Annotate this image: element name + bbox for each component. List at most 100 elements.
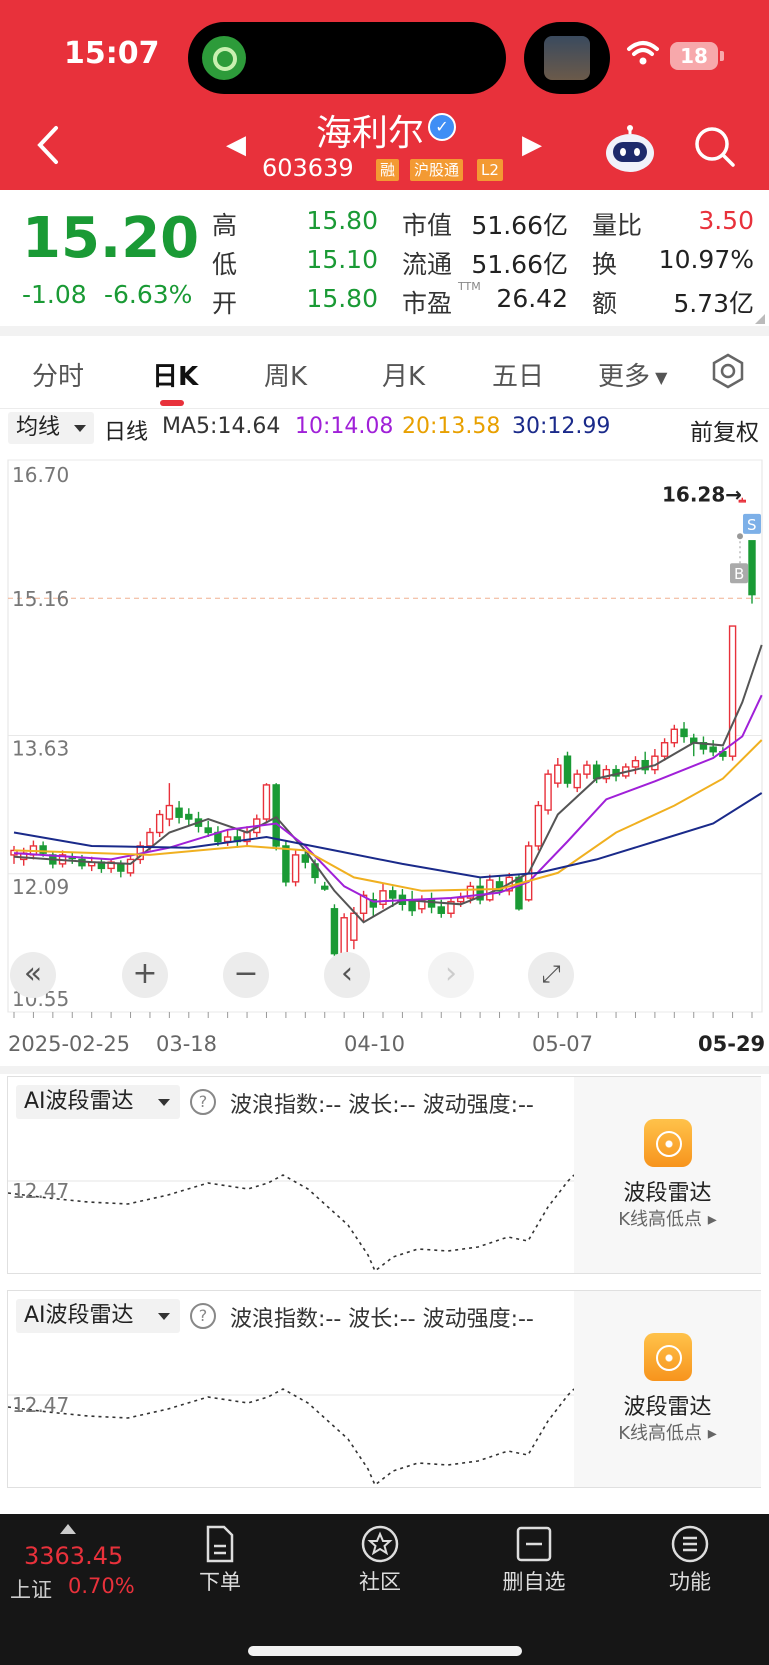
home-indicator[interactable] <box>248 1646 522 1656</box>
tag-connect: 沪股通 <box>410 159 464 181</box>
ma-lines <box>13 644 763 924</box>
wave-radar-promo[interactable]: 波段雷达 K线高低点 ▸ <box>574 1077 761 1273</box>
candle-body <box>175 807 183 818</box>
turnover-value: 10.97% <box>658 245 754 274</box>
date-label: 03-18 <box>156 1032 218 1056</box>
remove-icon <box>516 1526 552 1562</box>
menu-icon <box>671 1525 709 1563</box>
ai-assistant-icon[interactable] <box>604 124 656 174</box>
divider <box>0 408 769 409</box>
zoom-in-button[interactable]: + <box>122 952 168 998</box>
candle-body <box>660 742 669 757</box>
candle-body <box>437 906 445 914</box>
candle-body <box>291 854 300 883</box>
candle-body <box>728 625 737 757</box>
dynamic-island <box>188 22 506 94</box>
candle-body <box>554 764 562 784</box>
search-icon[interactable] <box>692 124 738 170</box>
y-axis-label: 16.70 <box>12 463 69 487</box>
buy-marker: B <box>734 565 744 583</box>
ai-wave-line <box>8 1388 574 1487</box>
pe-label: 市盈 <box>402 289 453 318</box>
y-axis-label: 13.63 <box>12 737 69 761</box>
tab-intraday[interactable]: 分时 <box>32 356 84 393</box>
ai-metrics: 波浪指数:-- 波长:-- 波动强度:-- <box>230 1307 534 1332</box>
max-price-marker: 16.28→ <box>662 483 742 507</box>
mcap-value: 51.66亿 <box>471 211 568 240</box>
fullscreen-button[interactable]: ⤢ <box>528 952 574 998</box>
ai-indicator-select[interactable]: AI波段雷达 <box>16 1085 180 1119</box>
chart-markers: 16.28→←10.97SB <box>662 483 761 584</box>
price-change: -1.08 <box>22 280 87 309</box>
tab-weekly-k[interactable]: 周K <box>264 356 307 393</box>
scroll-start-button[interactable]: « <box>10 952 56 998</box>
candle-body <box>155 813 164 834</box>
open-label: 开 <box>212 289 238 318</box>
wave-radar-promo[interactable]: 波段雷达 K线高低点 ▸ <box>574 1291 761 1487</box>
low-label: 低 <box>212 250 238 279</box>
tab-daily-k[interactable]: 日K <box>152 356 198 393</box>
date-label: 05-29 <box>698 1032 766 1056</box>
candle-body <box>223 836 232 843</box>
ma-line-30 <box>13 792 763 879</box>
nav-order[interactable]: 下单 <box>170 1524 270 1596</box>
next-stock-icon[interactable]: ▶ <box>522 130 542 160</box>
y-axis-label: 15.16 <box>12 587 69 611</box>
candlestick-chart[interactable]: 16.7015.1613.6312.0910.55 16.28→←10.97SB <box>0 440 769 1030</box>
nav-order-label: 下单 <box>199 1570 241 1594</box>
stock-detail-screen: { "status_bar": { "time": "15:07", "batt… <box>0 0 769 1665</box>
nav-community[interactable]: 社区 <box>330 1524 430 1596</box>
candle-body <box>146 831 154 847</box>
ai-indicator-select[interactable]: AI波段雷达 <box>16 1299 180 1333</box>
nav-functions[interactable]: 功能 <box>640 1524 740 1596</box>
vol-ratio-label: 量比 <box>592 211 643 240</box>
nav-remove-watchlist[interactable]: 删自选 <box>484 1524 584 1596</box>
ma5-value: MA5:14.64 <box>162 414 281 439</box>
chart-settings-icon[interactable] <box>710 353 746 389</box>
radar-icon <box>644 1119 692 1167</box>
media-activity[interactable] <box>524 22 610 94</box>
ma30-value: 30:12.99 <box>512 414 611 439</box>
help-icon[interactable]: ? <box>190 1089 216 1115</box>
zoom-out-button[interactable]: − <box>223 952 269 998</box>
candle-body <box>389 890 397 899</box>
tab-more[interactable]: 更多 ▼ <box>598 356 667 393</box>
candle-body <box>631 759 640 768</box>
verified-icon: ✓ <box>428 113 456 141</box>
pe-ttm-sup: TTM <box>458 280 481 293</box>
candle-body <box>165 804 174 820</box>
scroll-left-button[interactable]: ‹ <box>324 952 370 998</box>
mcap-label: 市值 <box>402 211 453 240</box>
candle-body <box>321 885 329 890</box>
expand-quote-icon[interactable] <box>755 314 765 324</box>
battery-icon: 18 <box>670 42 724 70</box>
stock-code: 603639 <box>262 154 354 182</box>
scroll-right-button[interactable]: › <box>428 952 474 998</box>
expand-up-icon <box>60 1524 76 1534</box>
chevron-down-icon <box>74 425 86 432</box>
back-icon[interactable] <box>30 120 70 170</box>
date-label: 05-07 <box>532 1032 594 1056</box>
tab-monthly-k[interactable]: 月K <box>382 356 425 393</box>
marker-dot <box>737 533 743 540</box>
help-icon[interactable]: ? <box>190 1303 216 1329</box>
live-activity-app-icon[interactable] <box>202 36 246 80</box>
tab-five-day[interactable]: 五日 <box>492 356 544 393</box>
turnover-label: 换 <box>592 250 618 279</box>
prev-stock-icon[interactable]: ◀ <box>226 130 246 160</box>
float-label: 流通 <box>402 250 453 279</box>
ai-indicator-select-label: AI波段雷达 <box>24 1089 134 1114</box>
candle-body <box>340 917 348 955</box>
candle-body <box>680 728 688 738</box>
stock-name: 海利尔 <box>316 113 425 154</box>
amount-value: 5.73亿 <box>673 289 754 318</box>
candle-body <box>301 854 310 863</box>
y-axis-labels: 16.7015.1613.6312.0910.55 <box>12 463 69 1011</box>
candle-body <box>544 773 552 811</box>
tab-more-label: 更多 <box>598 362 651 392</box>
candle-body <box>350 912 358 941</box>
candle-body <box>204 827 212 834</box>
index-value: 3363.45 <box>24 1542 124 1570</box>
chevron-down-icon <box>158 1313 170 1320</box>
x-axis-ticks <box>13 1012 753 1018</box>
